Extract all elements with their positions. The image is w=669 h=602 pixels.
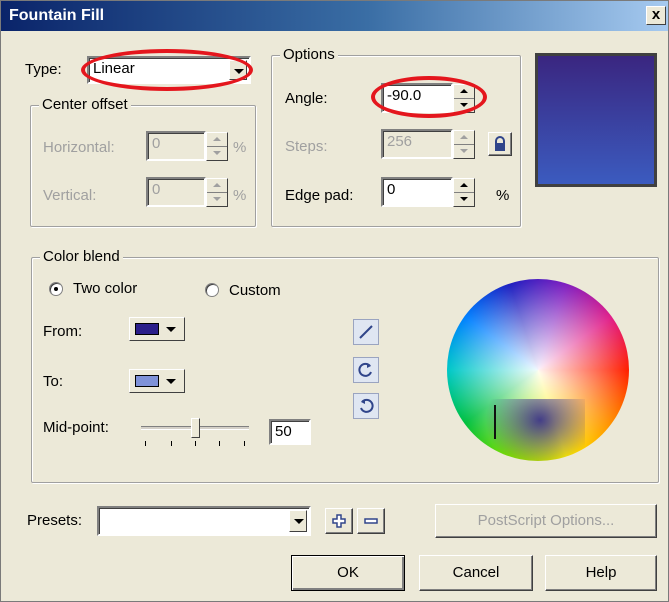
highlight-ellipse-angle (371, 76, 487, 118)
vertical-spinner[interactable] (206, 178, 228, 207)
help-label: Help (585, 564, 617, 581)
chevron-down-icon[interactable] (289, 510, 307, 532)
highlight-ellipse-type (81, 49, 253, 91)
steps-label: Steps: (285, 138, 328, 155)
to-label: To: (43, 373, 64, 390)
to-color-swatch (135, 375, 159, 387)
from-color-picker[interactable] (129, 317, 185, 341)
close-button[interactable]: x (646, 6, 666, 25)
to-color-picker[interactable] (129, 369, 185, 393)
ok-label: OK (337, 564, 359, 581)
fill-preview (535, 53, 657, 187)
horizontal-spinner[interactable] (206, 132, 228, 161)
horizontal-label: Horizontal: (43, 139, 115, 156)
presets-label: Presets: (27, 512, 83, 529)
edge-pad-input[interactable]: 0 (381, 177, 453, 207)
steps-spinner[interactable] (453, 130, 475, 159)
counterclockwise-arrow-icon (358, 362, 372, 377)
edge-pad-unit: % (496, 187, 510, 204)
chevron-down-icon (166, 379, 176, 384)
plus-icon (332, 514, 346, 528)
blend-path-line (494, 405, 496, 439)
fountain-fill-dialog: Fountain Fill x Type: Linear Center offs… (0, 0, 669, 602)
midpoint-value: 50 (275, 423, 292, 440)
center-offset-title: Center offset (39, 96, 131, 113)
type-label: Type: (25, 61, 62, 78)
clockwise-blend-button[interactable] (353, 393, 379, 419)
vertical-value: 0 (152, 181, 161, 198)
lock-icon (495, 136, 505, 151)
horizontal-value: 0 (152, 135, 161, 152)
two-color-label: Two color (73, 280, 138, 297)
custom-radio[interactable] (205, 283, 219, 297)
close-icon: x (651, 6, 661, 23)
vertical-label: Vertical: (43, 187, 97, 204)
custom-label: Custom (229, 282, 281, 299)
direct-blend-button[interactable] (353, 319, 379, 345)
counterclockwise-blend-button[interactable] (353, 357, 379, 383)
from-label: From: (43, 323, 83, 340)
minus-icon (364, 518, 378, 524)
window-title: Fountain Fill (9, 7, 105, 24)
edge-pad-spinner[interactable] (453, 178, 475, 207)
slider-tick (244, 441, 245, 446)
slider-tick (145, 441, 146, 446)
center-offset-group: Center offset (30, 96, 256, 227)
midpoint-label: Mid-point: (43, 419, 109, 436)
angle-label: Angle: (285, 90, 328, 107)
options-title: Options (280, 46, 338, 63)
presets-dropdown[interactable] (97, 506, 311, 536)
slider-tick (195, 441, 196, 446)
line-blend-icon (359, 325, 373, 339)
edge-pad-value: 0 (387, 181, 396, 198)
postscript-options-button[interactable]: PostScript Options... (435, 504, 657, 538)
steps-lock-button[interactable] (488, 132, 512, 156)
vertical-unit: % (233, 187, 247, 204)
postscript-options-label: PostScript Options... (477, 512, 615, 529)
slider-tick (171, 441, 172, 446)
edge-pad-label: Edge pad: (285, 187, 354, 204)
remove-preset-button[interactable] (357, 508, 385, 534)
from-color-swatch (135, 323, 159, 335)
steps-value: 256 (387, 133, 413, 150)
cancel-button[interactable]: Cancel (419, 555, 533, 591)
horizontal-unit: % (233, 139, 247, 156)
two-color-radio[interactable] (49, 282, 63, 296)
horizontal-input[interactable]: 0 (146, 131, 206, 161)
color-wheel[interactable] (447, 279, 629, 461)
ok-button[interactable]: OK (291, 555, 405, 591)
title-bar: Fountain Fill x (1, 1, 668, 31)
add-preset-button[interactable] (325, 508, 353, 534)
slider-thumb[interactable] (191, 418, 200, 438)
midpoint-input[interactable]: 50 (269, 419, 311, 445)
steps-input[interactable]: 256 (381, 129, 453, 159)
clockwise-arrow-icon (360, 398, 374, 413)
vertical-input[interactable]: 0 (146, 177, 206, 207)
midpoint-slider[interactable] (141, 413, 249, 449)
cancel-label: Cancel (452, 564, 500, 581)
slider-tick (219, 441, 220, 446)
color-blend-title: Color blend (40, 248, 123, 265)
help-button[interactable]: Help (545, 555, 657, 591)
chevron-down-icon (166, 327, 176, 332)
